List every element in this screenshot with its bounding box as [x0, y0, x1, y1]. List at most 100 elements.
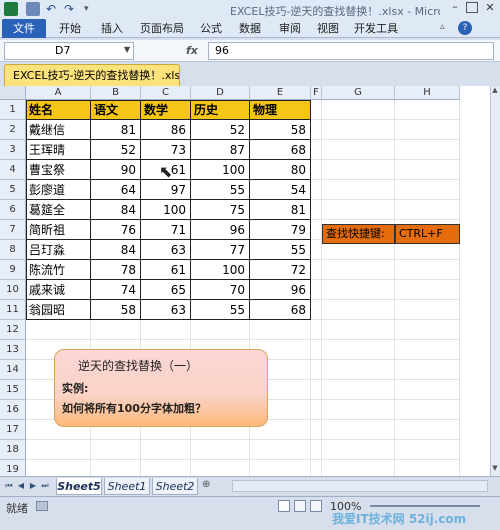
grid-cell[interactable]	[311, 100, 322, 120]
row-header-14[interactable]: 14	[0, 360, 26, 380]
tab-review[interactable]: 审阅	[272, 19, 308, 38]
minimize-icon[interactable]: –	[448, 1, 462, 14]
grid-cell[interactable]	[395, 100, 460, 120]
table-cell[interactable]: 96	[191, 220, 250, 240]
tab-page-layout[interactable]: 页面布局	[134, 19, 190, 38]
row-header-11[interactable]: 11	[0, 300, 26, 320]
grid-cell[interactable]	[250, 320, 311, 340]
grid-cell[interactable]	[395, 440, 460, 460]
grid-cell[interactable]	[311, 240, 322, 260]
table-cell[interactable]: 简昕祖	[26, 220, 91, 240]
table-cell[interactable]: 70	[191, 280, 250, 300]
table-cell[interactable]: 86	[141, 120, 191, 140]
column-header-c[interactable]: C	[141, 86, 191, 100]
table-cell[interactable]: 王珲晴	[26, 140, 91, 160]
prev-sheet-icon[interactable]: ◀	[16, 480, 26, 492]
grid-cell[interactable]	[395, 200, 460, 220]
table-cell[interactable]: 71	[141, 220, 191, 240]
grid-cell[interactable]	[311, 120, 322, 140]
column-header-e[interactable]: E	[250, 86, 311, 100]
table-cell[interactable]: 54	[250, 180, 311, 200]
row-header-15[interactable]: 15	[0, 380, 26, 400]
table-header-cell[interactable]: 物理	[250, 100, 311, 120]
table-cell[interactable]: 曹宝祭	[26, 160, 91, 180]
select-all-corner[interactable]	[0, 86, 26, 100]
table-cell[interactable]: 52	[191, 120, 250, 140]
sheet-tab-sheet1[interactable]: Sheet1	[104, 478, 150, 495]
row-header-13[interactable]: 13	[0, 340, 26, 360]
grid-cell[interactable]	[311, 200, 322, 220]
row-header-10[interactable]: 10	[0, 280, 26, 300]
row-header-3[interactable]: 3	[0, 140, 26, 160]
table-cell[interactable]: 84	[91, 200, 141, 220]
grid-cell[interactable]	[322, 140, 395, 160]
undo-icon[interactable]: ↶	[46, 2, 60, 16]
table-cell[interactable]: 葛筵全	[26, 200, 91, 220]
column-header-g[interactable]: G	[322, 86, 395, 100]
table-cell[interactable]: 58	[250, 120, 311, 140]
grid-cell[interactable]	[141, 320, 191, 340]
maximize-icon[interactable]	[466, 2, 478, 13]
save-icon[interactable]	[26, 2, 40, 16]
grid-cell[interactable]	[311, 260, 322, 280]
grid-cell[interactable]	[395, 180, 460, 200]
grid-cell[interactable]	[395, 400, 460, 420]
insert-function-icon[interactable]: fx	[186, 42, 206, 60]
grid-cell[interactable]	[322, 280, 395, 300]
column-header-f[interactable]: F	[311, 86, 322, 100]
table-cell[interactable]: 55	[250, 240, 311, 260]
grid-cell[interactable]	[395, 280, 460, 300]
grid-cell[interactable]	[395, 420, 460, 440]
grid-cell[interactable]	[322, 380, 395, 400]
tab-data[interactable]: 数据	[232, 19, 268, 38]
tab-home[interactable]: 开始	[52, 19, 88, 38]
close-icon[interactable]: ✕	[482, 1, 498, 15]
ribbon-collapse-icon[interactable]: ▵	[440, 22, 452, 34]
name-box-dropdown-icon[interactable]: ▼	[124, 45, 130, 54]
grid-cell[interactable]	[311, 440, 322, 460]
workbook-tab[interactable]: EXCEL技巧-逆天的查找替换！.xlsx	[4, 64, 180, 86]
tab-insert[interactable]: 插入	[94, 19, 130, 38]
table-cell[interactable]: 81	[250, 200, 311, 220]
grid-cell[interactable]	[322, 440, 395, 460]
grid-cell[interactable]	[395, 380, 460, 400]
grid-cell[interactable]	[395, 140, 460, 160]
grid-cell[interactable]	[395, 300, 460, 320]
grid-cell[interactable]	[322, 260, 395, 280]
grid-cell[interactable]	[322, 400, 395, 420]
table-cell[interactable]: 90	[91, 160, 141, 180]
grid-cell[interactable]	[322, 320, 395, 340]
scroll-up-icon[interactable]: ▲	[490, 86, 500, 96]
table-cell[interactable]: 55	[191, 300, 250, 320]
table-cell[interactable]: 63	[141, 300, 191, 320]
table-cell[interactable]: 吕玎淼	[26, 240, 91, 260]
grid-cell[interactable]	[322, 200, 395, 220]
table-cell[interactable]: 61	[141, 260, 191, 280]
grid-cell[interactable]	[26, 320, 91, 340]
row-header-18[interactable]: 18	[0, 440, 26, 460]
row-header-1[interactable]: 1	[0, 100, 26, 120]
quick-access-dropdown-icon[interactable]: ▾	[84, 2, 98, 16]
next-sheet-icon[interactable]: ▶	[28, 480, 38, 492]
tab-view[interactable]: 视图	[310, 19, 346, 38]
sheet-tab-sheet2[interactable]: Sheet2	[152, 478, 198, 495]
grid-cell[interactable]	[322, 420, 395, 440]
row-header-12[interactable]: 12	[0, 320, 26, 340]
grid-cell[interactable]	[191, 440, 250, 460]
sheet-tab-sheet5[interactable]: Sheet5	[56, 478, 102, 495]
grid-cell[interactable]	[311, 400, 322, 420]
excel-app-icon[interactable]	[4, 2, 18, 16]
column-header-h[interactable]: H	[395, 86, 460, 100]
row-header-4[interactable]: 4	[0, 160, 26, 180]
tab-formulas[interactable]: 公式	[194, 19, 228, 38]
row-header-7[interactable]: 7	[0, 220, 26, 240]
table-cell[interactable]: 76	[91, 220, 141, 240]
grid-cell[interactable]	[311, 280, 322, 300]
page-break-view-icon[interactable]	[310, 500, 322, 512]
table-cell[interactable]: 74	[91, 280, 141, 300]
table-cell[interactable]: 64	[91, 180, 141, 200]
zoom-slider[interactable]	[370, 505, 480, 507]
grid-cell[interactable]	[311, 420, 322, 440]
table-cell[interactable]: 84	[91, 240, 141, 260]
table-cell[interactable]: 戴继信	[26, 120, 91, 140]
